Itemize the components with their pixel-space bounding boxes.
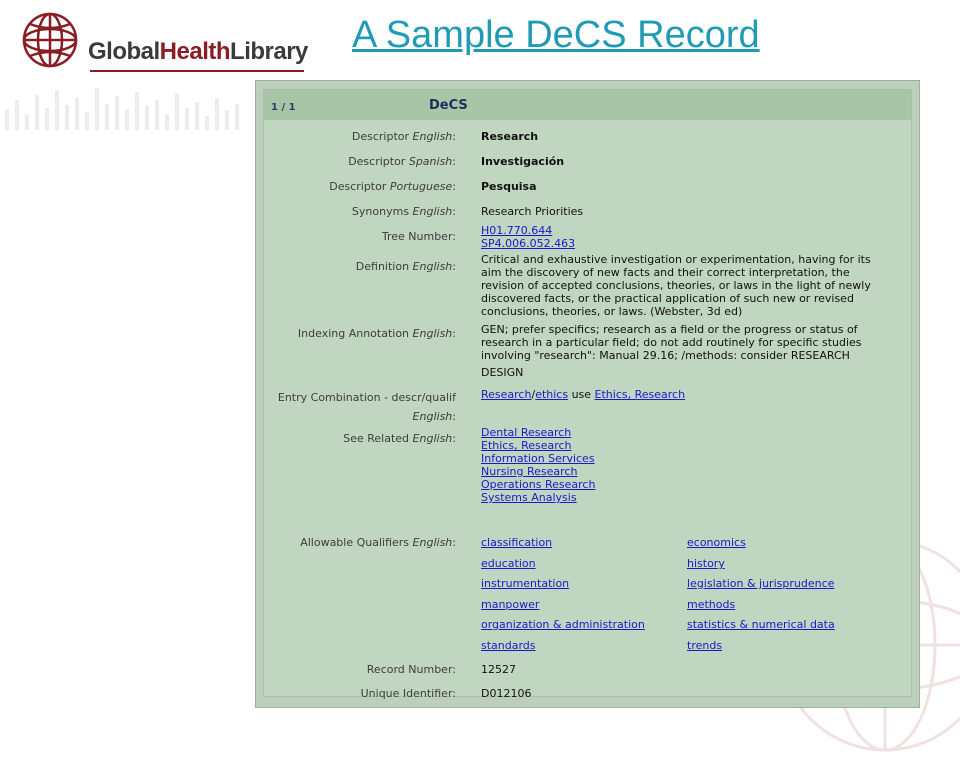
unique-identifier-label: Unique Identifier: xyxy=(360,687,456,700)
descriptor-spanish-label: Descriptor Spanish: xyxy=(348,155,456,168)
tree-number-list: H01.770.644 SP4.006.052.463 xyxy=(481,224,575,250)
tree-number-link[interactable]: SP4.006.052.463 xyxy=(481,237,575,250)
qualifier-link[interactable]: history xyxy=(687,557,725,570)
qualifier-link[interactable]: manpower xyxy=(481,598,539,611)
qualifier-link[interactable]: education xyxy=(481,557,536,570)
entry-combination-label: Entry Combination - descr/qualif English: xyxy=(277,391,456,423)
qualifier-link[interactable]: legislation & jurisprudence xyxy=(687,577,834,590)
qualifier-link[interactable]: economics xyxy=(687,536,746,549)
definition-line: aim the discovery of new facts and their… xyxy=(481,266,850,279)
see-related-link[interactable]: Nursing Research xyxy=(481,465,595,478)
tree-number-link[interactable]: H01.770.644 xyxy=(481,224,575,237)
see-related-link[interactable]: Operations Research xyxy=(481,478,595,491)
qualifier-link[interactable]: statistics & numerical data xyxy=(687,618,835,631)
record-header-title: DeCS xyxy=(429,98,468,113)
annotation-line: research in a particular field; do not a… xyxy=(481,336,862,349)
global-health-library-logo: GlobalHealthLibrary xyxy=(20,10,308,74)
synonyms-english-value: Research Priorities xyxy=(481,205,584,218)
allowable-qualifiers-label: Allowable Qualifiers English: xyxy=(300,536,456,549)
decs-record-panel: 1 / 1 DeCS Descriptor English: Research … xyxy=(255,80,920,708)
qualifier-link[interactable]: methods xyxy=(687,598,735,611)
definition-line: conclusions, theories, or laws. (Webster… xyxy=(481,305,743,318)
definition-english-label: Definition English: xyxy=(355,260,456,273)
unique-identifier-value: D012106 xyxy=(481,687,532,700)
descriptor-portuguese-value: Pesquisa xyxy=(481,180,537,193)
qualifier-link[interactable]: organization & administration xyxy=(481,618,645,631)
entry-descriptor-link[interactable]: Research xyxy=(481,388,531,401)
descriptor-portuguese-label: Descriptor Portuguese: xyxy=(329,180,456,193)
tree-number-label: Tree Number: xyxy=(381,230,456,243)
record-number-value: 12527 xyxy=(481,663,516,676)
entry-use-text: use xyxy=(568,388,595,401)
see-related-link[interactable]: Dental Research xyxy=(481,426,595,439)
annotation-line: involving "research": Manual 29.16; /met… xyxy=(481,349,850,362)
qualifier-link[interactable]: classification xyxy=(481,536,552,549)
descriptor-spanish-value: Investigación xyxy=(481,155,565,168)
globe-icon xyxy=(22,12,78,68)
qualifier-link[interactable]: standards xyxy=(481,639,536,652)
logo-text: GlobalHealthLibrary xyxy=(88,38,308,65)
record-counter: 1 / 1 xyxy=(271,102,296,113)
indexing-annotation-value: GEN; prefer specifics; research as a fie… xyxy=(481,323,921,379)
see-related-label: See Related English: xyxy=(343,432,456,445)
descriptor-english-value: Research xyxy=(481,130,539,143)
qualifier-link[interactable]: instrumentation xyxy=(481,577,569,590)
see-related-link[interactable]: Information Services xyxy=(481,452,595,465)
see-related-link[interactable]: Systems Analysis xyxy=(481,491,595,504)
record-header: 1 / 1 DeCS xyxy=(264,90,911,120)
record-number-label: Record Number: xyxy=(366,663,456,676)
definition-line: discovered facts, or the practical appli… xyxy=(481,292,854,305)
entry-qualifier-link[interactable]: ethics xyxy=(535,388,568,401)
qualifier-link[interactable]: trends xyxy=(687,639,722,652)
annotation-line: DESIGN xyxy=(481,366,524,379)
entry-combination-value: Research/ethics use Ethics, Research xyxy=(481,388,685,401)
see-related-list: Dental Research Ethics, Research Informa… xyxy=(481,426,595,504)
definition-line: revision of accepted conclusions, theori… xyxy=(481,279,871,292)
logo-underline xyxy=(90,70,304,72)
slide-title-link[interactable]: A Sample DeCS Record xyxy=(352,14,760,57)
indexing-annotation-label: Indexing Annotation English: xyxy=(297,327,456,340)
descriptor-english-label: Descriptor English: xyxy=(351,130,456,143)
record-content: 1 / 1 DeCS Descriptor English: Research … xyxy=(263,89,912,700)
definition-line: Critical and exhaustive investigation or… xyxy=(481,253,871,266)
definition-english-value: Critical and exhaustive investigation or… xyxy=(481,253,921,318)
entry-target-link[interactable]: Ethics, Research xyxy=(595,388,686,401)
synonyms-english-label: Synonyms English: xyxy=(351,205,456,218)
annotation-line: GEN; prefer specifics; research as a fie… xyxy=(481,323,858,336)
see-related-link[interactable]: Ethics, Research xyxy=(481,439,595,452)
